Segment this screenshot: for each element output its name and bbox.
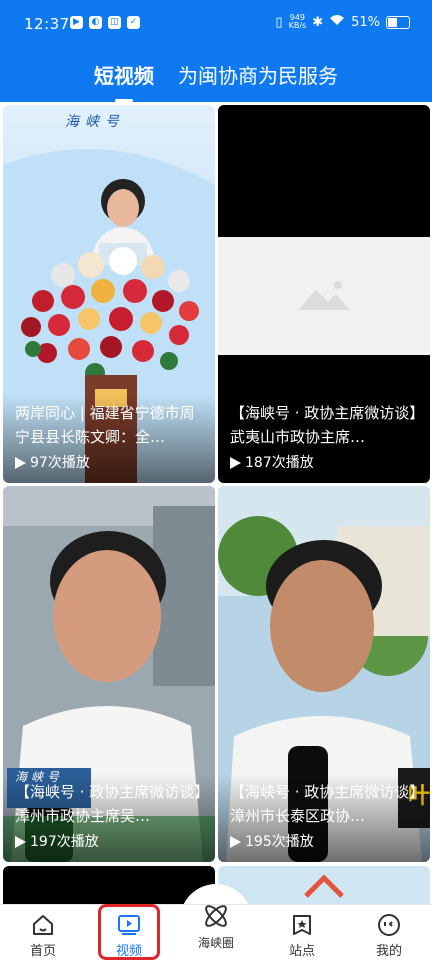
play-count: 197次播放 bbox=[15, 830, 203, 854]
video-card[interactable]: 【海峡号 · 政协主席微访谈】武夷山市政协主席… 187次播放 bbox=[218, 105, 430, 483]
status-time: 12:37 bbox=[24, 15, 70, 33]
status-right: ▯ 949 KB/s ✱ 51% bbox=[275, 14, 410, 30]
video-caption: 【海峡号 · 政协主席微访谈】漳州市长泰区政协… 195次播放 bbox=[218, 774, 430, 862]
video-card[interactable] bbox=[3, 866, 215, 904]
play-count: 187次播放 bbox=[230, 451, 418, 475]
bottom-nav: 首页 视频 海峡圈 站点 我的 bbox=[0, 904, 432, 965]
video-caption: 两岸同心 | 福建省宁德市周宁县县长陈文卿：全… 97次播放 bbox=[3, 395, 215, 483]
nav-strait-circle[interactable]: 海峡圈 bbox=[186, 901, 246, 951]
play-icon bbox=[230, 836, 241, 848]
video-caption: 【海峡号 · 政协主席微访谈】漳州市政协主席吴… 197次播放 bbox=[3, 774, 215, 862]
video-card[interactable]: 海峡号 【海峡号 · 政协主席微访谈】漳州市政协主席吴… 197次播放 bbox=[3, 486, 215, 862]
top-tabs: 短视频 为闽协商为民服务 bbox=[0, 52, 432, 102]
app-notification-icon: ◫ bbox=[108, 16, 121, 29]
battery-icon bbox=[386, 15, 410, 29]
video-title: 两岸同心 | 福建省宁德市周宁县县长陈文卿：全… bbox=[15, 404, 195, 446]
house-icon bbox=[304, 874, 344, 898]
video-grid: 海峡号 两岸同心 | 福建省宁德市周宁县县长陈文卿：全… 97次播放 【海峡号 … bbox=[0, 102, 432, 904]
home-icon bbox=[33, 915, 53, 935]
video-title: 【海峡号 · 政协主席微访谈】武夷山市政协主席… bbox=[230, 404, 417, 446]
status-bar: 12:37 ▶ ◐ ◫ ✓ ▯ 949 KB/s ✱ 51% bbox=[0, 0, 432, 52]
video-card[interactable]: 叶 【海峡号 · 政协主席微访谈】漳州市长泰区政协… 195次播放 bbox=[218, 486, 430, 862]
battery-percent: 51% bbox=[351, 14, 380, 30]
nav-station[interactable]: 站点 bbox=[272, 913, 332, 959]
nav-home[interactable]: 首页 bbox=[13, 913, 73, 959]
channel-logo: 海峡号 bbox=[65, 114, 125, 130]
highlight-box bbox=[98, 904, 160, 960]
atom-icon bbox=[205, 905, 227, 927]
bluetooth-icon: ✱ bbox=[312, 14, 324, 30]
image-placeholder-icon bbox=[298, 281, 350, 310]
wifi-icon bbox=[329, 14, 345, 30]
nav-profile[interactable]: 我的 bbox=[359, 913, 419, 959]
tab-consultation[interactable]: 为闽协商为民服务 bbox=[166, 52, 350, 102]
play-count: 97次播放 bbox=[15, 451, 203, 475]
video-card[interactable]: 海峡号 两岸同心 | 福建省宁德市周宁县县长陈文卿：全… 97次播放 bbox=[3, 105, 215, 483]
tab-short-video[interactable]: 短视频 bbox=[82, 52, 166, 102]
video-card[interactable] bbox=[218, 866, 430, 904]
video-title: 【海峡号 · 政协主席微访谈】漳州市长泰区政协… bbox=[230, 783, 417, 825]
status-app-icons: ▶ ◐ ◫ ✓ bbox=[70, 16, 140, 29]
network-speed: 949 KB/s bbox=[288, 13, 307, 30]
app-notification-icon: ▶ bbox=[70, 16, 83, 29]
video-caption: 【海峡号 · 政协主席微访谈】武夷山市政协主席… 187次播放 bbox=[218, 395, 430, 483]
profile-icon bbox=[378, 914, 400, 936]
play-icon bbox=[230, 457, 241, 469]
vibrate-icon: ▯ bbox=[275, 14, 283, 30]
play-icon bbox=[15, 836, 26, 848]
app-notification-icon: ✓ bbox=[127, 16, 140, 29]
play-icon bbox=[15, 457, 26, 469]
video-title: 【海峡号 · 政协主席微访谈】漳州市政协主席吴… bbox=[15, 783, 202, 825]
play-count: 195次播放 bbox=[230, 830, 418, 854]
app-notification-icon: ◐ bbox=[89, 16, 102, 29]
station-icon bbox=[293, 915, 311, 935]
